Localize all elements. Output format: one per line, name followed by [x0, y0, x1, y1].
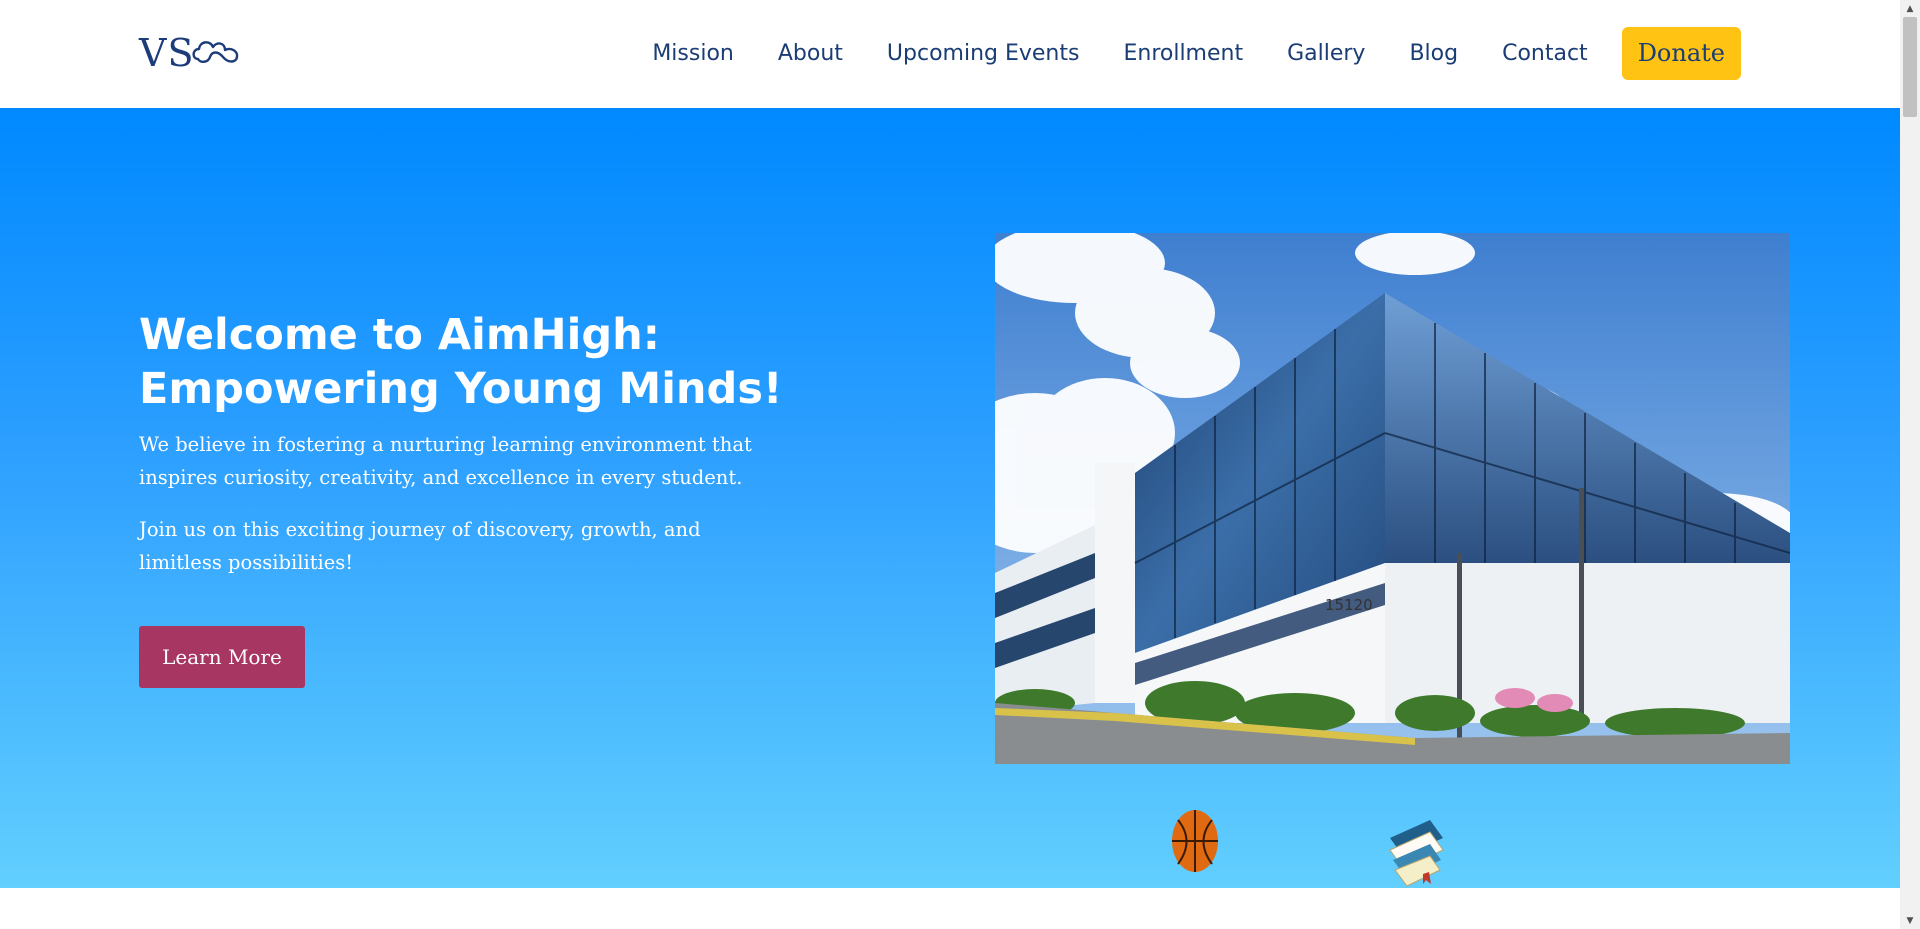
chevron-down-icon[interactable]: ▼ — [1900, 912, 1920, 929]
hero-section: Welcome to AimHigh: Empowering Young Min… — [0, 108, 1900, 888]
hero-text: Welcome to AimHigh: Empowering Young Min… — [139, 308, 919, 579]
nav-upcoming-events[interactable]: Upcoming Events — [887, 41, 1080, 66]
hero-paragraph-1: We believe in fostering a nurturing lear… — [139, 433, 752, 489]
books-icon — [1389, 820, 1444, 887]
nav-blog[interactable]: Blog — [1409, 41, 1458, 66]
logo-text: VS — [139, 31, 195, 75]
nav-mission[interactable]: Mission — [652, 41, 734, 66]
scroll-thumb[interactable] — [1903, 17, 1917, 117]
building-number: 15120 — [1325, 596, 1373, 614]
basketball-icon — [1172, 810, 1218, 872]
nav-contact[interactable]: Contact — [1502, 41, 1588, 66]
logo[interactable]: VS — [139, 30, 244, 76]
nav-about[interactable]: About — [778, 41, 843, 66]
nav-enrollment[interactable]: Enrollment — [1123, 41, 1243, 66]
donate-button[interactable]: Donate — [1621, 26, 1741, 80]
hero-title: Welcome to AimHigh: Empowering Young Min… — [139, 310, 783, 414]
chevron-up-icon[interactable]: ▲ — [1900, 0, 1920, 17]
hero-paragraph-2: Join us on this exciting journey of disc… — [139, 518, 701, 574]
page-scrollbar[interactable]: ▲ ▼ — [1900, 0, 1920, 929]
main-nav: Mission About Upcoming Events Enrollment… — [652, 26, 1741, 80]
nav-gallery[interactable]: Gallery — [1287, 41, 1365, 66]
learn-more-button[interactable]: Learn More — [139, 626, 305, 688]
cloud-infinity-icon — [192, 41, 239, 63]
site-header: VS Mission About Upcoming Events Enrollm… — [0, 0, 1900, 108]
school-building-image: 15120 — [995, 233, 1790, 764]
next-section — [0, 888, 1900, 929]
